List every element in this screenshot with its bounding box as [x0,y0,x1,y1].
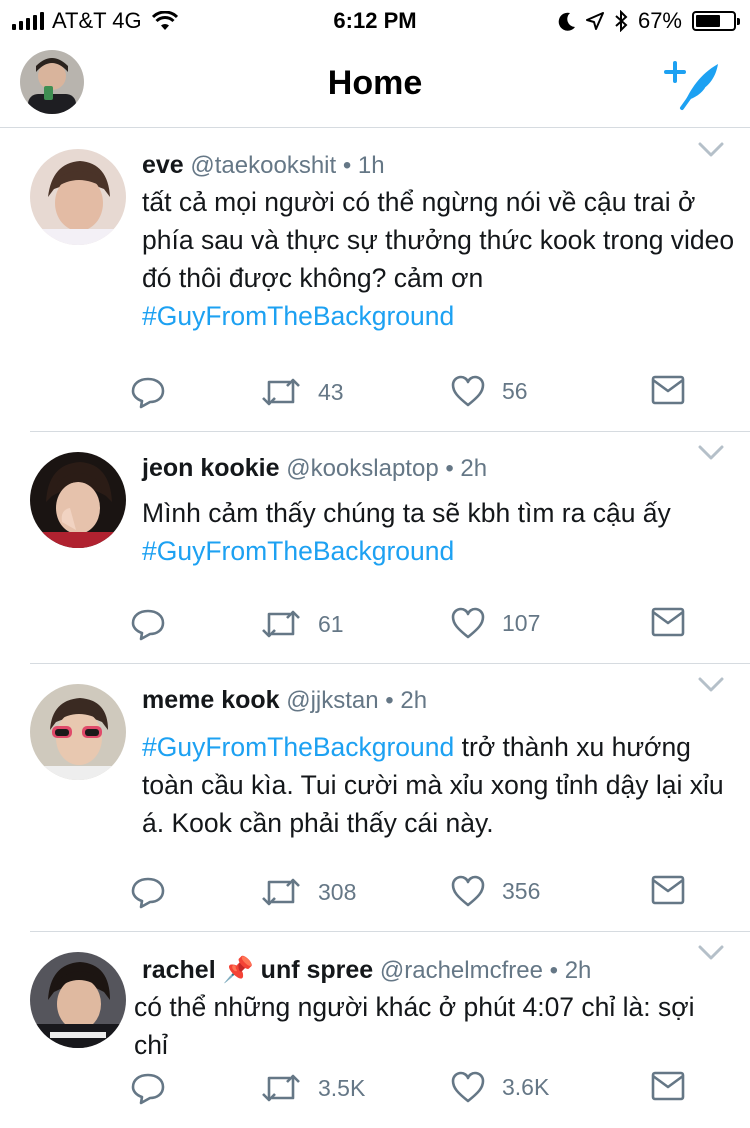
tweet-actions: 3.5K 3.6K [130,1070,730,1110]
dm-button[interactable] [650,1070,686,1102]
retweet-icon [262,878,300,906]
like-icon [451,1071,485,1103]
reply-icon [131,1073,165,1105]
tweet-header: eve @taekookshit • 1h [142,149,385,182]
retweet-icon [262,378,300,406]
dm-icon [651,1071,685,1101]
tweet-header: meme kook @jjkstan • 2h [142,684,427,717]
reply-icon [131,609,165,641]
dm-icon [651,375,685,405]
hashtag-link[interactable]: #GuyFromTheBackground [142,301,454,331]
tweet[interactable]: jeon kookie @kookslaptop • 2h Mình cảm t… [30,432,750,664]
chevron-down-icon[interactable] [698,944,724,962]
avatar[interactable] [30,684,126,780]
tweet-text: có thể những người khác ở phút 4:07 chỉ … [134,988,734,1064]
tweet-text: Mình cảm thấy chúng ta sẽ kbh tìm ra cậu… [142,494,747,570]
retweet-count: 308 [318,878,357,905]
like-button[interactable]: 356 [450,874,540,908]
status-right: 67% [558,8,740,34]
separator-dot: • [342,152,352,179]
retweet-icon [262,1074,300,1102]
separator-dot: • [549,957,559,984]
tweet-actions: 61 107 [130,606,730,646]
avatar[interactable] [30,952,126,1048]
tweet-text: #GuyFromTheBackground trở thành xu hướng… [142,728,747,842]
dm-button[interactable] [650,374,686,406]
dm-button[interactable] [650,874,686,906]
tweet[interactable]: rachel 📌 unf spree @rachelmcfree • 2h có… [30,932,750,1128]
timestamp: 2h [564,957,592,984]
tweet-actions: 43 56 [130,374,730,414]
reply-button[interactable] [130,606,166,642]
username[interactable]: @rachelmcfree [380,957,543,984]
separator-dot: • [385,687,394,714]
battery-fill [696,15,721,27]
hashtag-link[interactable]: #GuyFromTheBackground [142,732,454,762]
display-name[interactable]: rachel 📌 unf spree [142,956,373,984]
reply-icon [131,877,165,909]
status-bar: AT&T 4G 6:12 PM 67% [0,0,750,40]
avatar[interactable] [30,452,126,548]
chevron-down-icon[interactable] [698,676,724,694]
reply-button[interactable] [130,874,166,910]
tweet-actions: 308 356 [130,874,730,914]
retweet-count: 61 [318,610,344,637]
chevron-down-icon[interactable] [698,444,724,462]
retweet-icon [262,610,300,638]
username[interactable]: @kookslaptop [286,455,438,482]
like-count: 3.6K [502,1073,550,1100]
reply-icon [131,377,165,409]
tweet-text: tất cả mọi người có thể ngừng nói về cậu… [142,183,747,335]
like-count: 56 [502,377,528,404]
like-icon [451,875,485,907]
like-count: 356 [502,877,541,904]
tweet[interactable]: eve @taekookshit • 1h tất cả mọi người c… [30,129,750,432]
chevron-down-icon[interactable] [698,141,724,159]
tweet-text-main: tất cả mọi người có thể ngừng nói về cậu… [142,187,735,293]
like-button[interactable]: 56 [450,374,528,408]
nav-bar: Home [0,40,750,128]
display-name[interactable]: meme kook [142,686,280,714]
battery-percent: 67% [637,8,682,33]
dm-icon [651,875,685,905]
tweet-text-main: Mình cảm thấy chúng ta sẽ kbh tìm ra cậu… [142,498,671,528]
retweet-button[interactable]: 61 [260,606,344,642]
page-title: Home [327,64,423,102]
hashtag-link[interactable]: #GuyFromTheBackground [142,536,454,566]
dm-button[interactable] [650,606,686,638]
like-icon [451,375,485,407]
timestamp: 2h [400,687,428,714]
retweet-button[interactable]: 308 [260,874,356,910]
retweet-button[interactable]: 3.5K [260,1070,365,1106]
username[interactable]: @jjkstan [286,687,378,714]
timestamp: 2h [460,455,488,482]
like-button[interactable]: 3.6K [450,1070,549,1104]
location-icon [585,12,604,30]
bluetooth-icon [615,10,628,32]
like-icon [451,607,485,639]
username[interactable]: @taekookshit [190,152,336,179]
retweet-button[interactable]: 43 [260,374,344,410]
tweet-text-main: có thể những người khác ở phút 4:07 chỉ … [134,992,695,1060]
moon-icon [558,12,575,31]
display-name[interactable]: jeon kookie [142,454,280,482]
like-button[interactable]: 107 [450,606,540,640]
avatar[interactable] [30,149,126,245]
retweet-count: 43 [318,378,344,405]
tweet-header: jeon kookie @kookslaptop • 2h [142,452,487,485]
separator-dot: • [445,455,454,482]
dm-icon [651,607,685,637]
tweet-header: rachel 📌 unf spree @rachelmcfree • 2h [142,954,591,987]
reply-button[interactable] [130,1070,166,1106]
compose-icon[interactable] [662,56,722,112]
timestamp: 1h [357,152,385,179]
battery-icon [692,11,740,31]
like-count: 107 [502,609,541,636]
tweet[interactable]: meme kook @jjkstan • 2h #GuyFromTheBackg… [30,664,750,932]
retweet-count: 3.5K [318,1074,366,1101]
reply-button[interactable] [130,374,166,410]
display-name[interactable]: eve [142,151,184,179]
